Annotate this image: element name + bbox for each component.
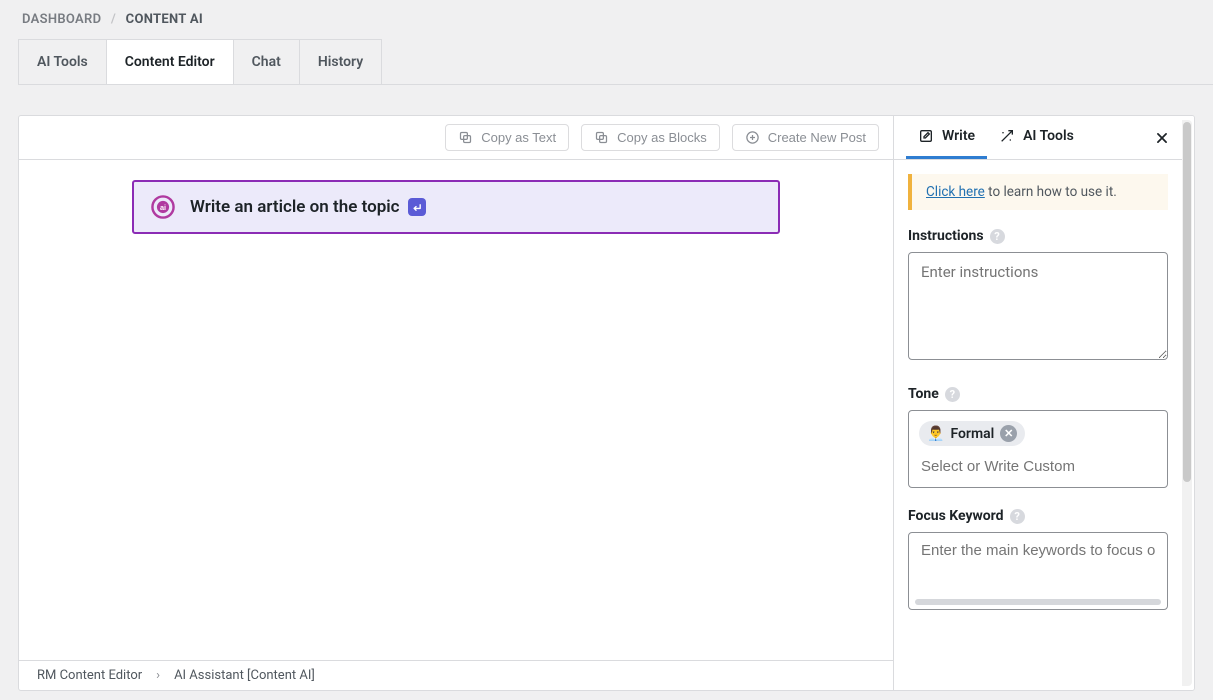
- editor-body[interactable]: ai Write an article on the topic: [19, 160, 893, 660]
- sidebar-tab-ai-tools-label: AI Tools: [1023, 128, 1074, 144]
- ai-assistant-block[interactable]: ai Write an article on the topic: [132, 180, 780, 234]
- tip-box: Click here to learn how to use it.: [908, 174, 1168, 210]
- sidebar-close-button[interactable]: [1148, 124, 1176, 152]
- tip-link[interactable]: Click here: [926, 184, 985, 200]
- sidebar-tabs: Write AI Tools: [894, 116, 1182, 160]
- copy-icon: [594, 130, 609, 145]
- plus-circle-icon: [745, 130, 760, 145]
- copy-as-blocks-button[interactable]: Copy as Blocks: [581, 124, 720, 151]
- tone-chip-label: Formal: [950, 426, 994, 442]
- tone-label: Tone ?: [908, 386, 1168, 402]
- help-icon[interactable]: ?: [990, 229, 1005, 244]
- ai-prompt-text: Write an article on the topic: [190, 197, 400, 217]
- editor-toolbar: Copy as Text Copy as Blocks Create New P…: [19, 116, 893, 160]
- instructions-label: Instructions ?: [908, 228, 1168, 244]
- tone-input[interactable]: [919, 456, 1157, 477]
- svg-text:ai: ai: [160, 203, 166, 212]
- create-new-post-button[interactable]: Create New Post: [732, 124, 879, 151]
- editor-footer-breadcrumb: RM Content Editor › AI Assistant [Conten…: [19, 660, 893, 690]
- ai-prompt-row: Write an article on the topic: [190, 197, 426, 217]
- footer-root[interactable]: RM Content Editor: [37, 668, 142, 683]
- tone-multiselect[interactable]: 👨‍💼 Formal ✕: [908, 410, 1168, 488]
- sidebar-column: Write AI Tools Click here to learn how t…: [894, 116, 1194, 690]
- copy-as-text-label: Copy as Text: [481, 130, 556, 145]
- horizontal-scrollbar[interactable]: [915, 599, 1161, 605]
- sidebar-scrollbar-thumb[interactable]: [1183, 122, 1191, 482]
- close-icon: [1155, 131, 1169, 145]
- breadcrumb-separator: /: [111, 12, 116, 27]
- help-icon[interactable]: ?: [1010, 509, 1025, 524]
- main-container: Copy as Text Copy as Blocks Create New P…: [18, 115, 1195, 691]
- sidebar-tab-write-label: Write: [942, 128, 975, 144]
- help-icon[interactable]: ?: [945, 387, 960, 402]
- sidebar-content: Click here to learn how to use it. Instr…: [894, 160, 1182, 690]
- tone-chip-formal: 👨‍💼 Formal ✕: [919, 421, 1025, 446]
- tab-content-editor[interactable]: Content Editor: [106, 39, 234, 84]
- tab-history[interactable]: History: [299, 39, 382, 84]
- create-new-post-label: Create New Post: [768, 130, 866, 145]
- tab-chat[interactable]: Chat: [233, 39, 300, 84]
- ai-icon: ai: [150, 194, 176, 220]
- copy-as-blocks-label: Copy as Blocks: [617, 130, 707, 145]
- focus-keyword-box[interactable]: [908, 532, 1168, 610]
- wand-icon: [999, 128, 1015, 144]
- footer-current: AI Assistant [Content AI]: [174, 668, 315, 683]
- tip-text: to learn how to use it.: [985, 184, 1117, 200]
- breadcrumb: DASHBOARD / CONTENT AI: [0, 0, 1213, 27]
- sidebar-tab-write[interactable]: Write: [906, 116, 987, 159]
- copy-as-text-button[interactable]: Copy as Text: [445, 124, 569, 151]
- focus-keyword-input[interactable]: [919, 541, 1157, 560]
- tab-ai-tools[interactable]: AI Tools: [18, 39, 107, 84]
- top-tab-bar: AI Tools Content Editor Chat History: [18, 39, 1213, 85]
- editor-column: Copy as Text Copy as Blocks Create New P…: [19, 116, 894, 690]
- copy-icon: [458, 130, 473, 145]
- emoji-icon: 👨‍💼: [927, 426, 944, 442]
- instructions-input[interactable]: [908, 252, 1168, 360]
- focus-keyword-label: Focus Keyword ?: [908, 508, 1168, 524]
- enter-key-icon: [408, 198, 426, 216]
- breadcrumb-root[interactable]: DASHBOARD: [22, 12, 101, 27]
- pencil-square-icon: [918, 128, 934, 144]
- tone-chip-remove[interactable]: ✕: [1000, 425, 1017, 442]
- breadcrumb-current: CONTENT AI: [126, 12, 203, 27]
- sidebar-tab-ai-tools[interactable]: AI Tools: [987, 116, 1086, 159]
- chevron-right-icon: ›: [156, 668, 160, 683]
